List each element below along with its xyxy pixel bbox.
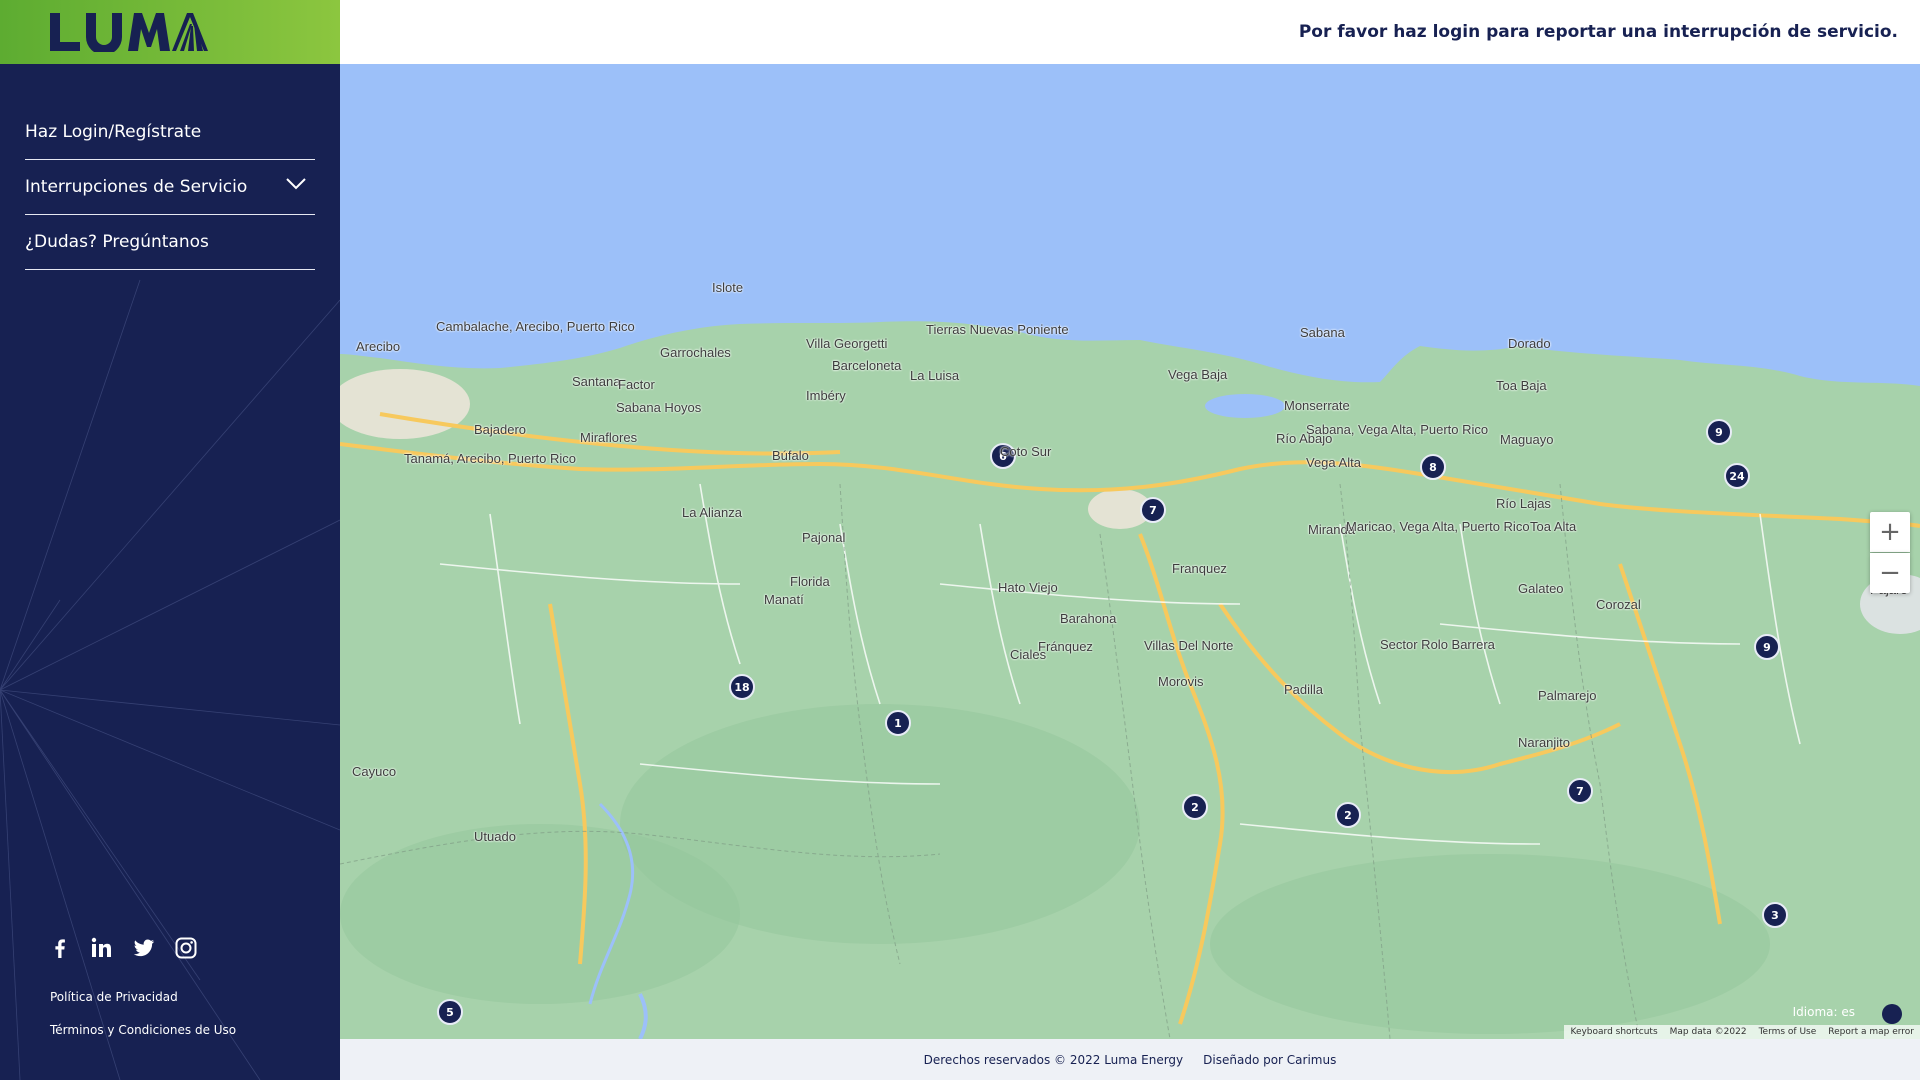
map-place-label: Padilla	[1284, 682, 1324, 697]
map-place-label: Morovis	[1158, 674, 1204, 689]
copyright-text: Derechos reservados © 2022 Luma Energy	[923, 1052, 1184, 1067]
map-place-label: Arecibo	[356, 339, 401, 354]
map-place-label: Vega Alta	[1306, 455, 1361, 470]
outage-cluster-marker[interactable]: 2	[1182, 794, 1208, 820]
map-place-label: Pajonal	[802, 530, 846, 545]
map-place-label: Naranjito	[1518, 735, 1571, 750]
keyboard-shortcuts-link[interactable]: Keyboard shortcuts	[1570, 1027, 1657, 1037]
credit-link[interactable]: Diseñado por Carimus	[1203, 1053, 1336, 1067]
map-place-label: Palmarejo	[1538, 688, 1597, 703]
map-place-label: Bajadero	[474, 422, 527, 437]
facebook-icon[interactable]	[48, 936, 72, 960]
map-place-label: Dorado	[1508, 336, 1551, 351]
map-place-label: Fránquez	[1038, 639, 1093, 654]
map-place-label: Monserrate	[1284, 398, 1350, 413]
outage-cluster-marker[interactable]: 18	[729, 674, 755, 700]
sidebar-item-label: Haz Login/Regístrate	[25, 122, 202, 142]
map-place-label: Maguayo	[1500, 432, 1554, 447]
social-links	[48, 936, 198, 960]
outage-cluster-marker[interactable]: 2	[1335, 802, 1361, 828]
footer: Derechos reservados © 2022 Luma Energy D…	[340, 1039, 1920, 1080]
map-data-credit: Map data ©2022	[1669, 1027, 1747, 1037]
luma-logo[interactable]	[48, 12, 210, 52]
map-place-label: Islote	[712, 280, 744, 295]
outage-cluster-marker[interactable]: 7	[1567, 778, 1593, 804]
map-place-label: Garrochales	[660, 345, 731, 360]
map-place-label: Cayuco	[352, 764, 397, 779]
map-attribution: Keyboard shortcuts Map data ©2022 Terms …	[1564, 1025, 1920, 1039]
map-place-label: Corozal	[1596, 597, 1641, 612]
language-indicator: Idioma: es	[1792, 1005, 1855, 1019]
map-place-label: Imbéry	[806, 388, 846, 403]
map-place-label: Maricao, Vega Alta, Puerto Rico	[1346, 519, 1530, 534]
twitter-icon[interactable]	[132, 936, 156, 960]
map-place-label: La Alianza	[682, 505, 742, 520]
outage-cluster-marker[interactable]: 7	[1140, 497, 1166, 523]
map-place-label: Vega Baja	[1168, 367, 1228, 382]
map-place-label: Hato Viejo	[998, 580, 1058, 595]
map-place-label: Sabana Hoyos	[616, 400, 702, 415]
map-place-label: Barceloneta	[832, 358, 902, 373]
map-place-label: Sabana	[1300, 325, 1345, 340]
chevron-down-icon[interactable]	[285, 177, 307, 191]
terms-of-use-link[interactable]: Terms of Use	[1759, 1027, 1817, 1037]
map-place-label: Cambalache, Arecibo, Puerto Rico	[436, 319, 635, 334]
map-place-label: Florida	[790, 574, 830, 589]
app-root: Haz Login/Regístrate Interrupciones de S…	[0, 0, 1920, 1080]
header: Por favor haz login para reportar una in…	[340, 0, 1920, 64]
map-place-label: Santana	[572, 374, 621, 389]
outage-map[interactable]: 6 7 8 9 24 9 18 1 2 2 7 3 5 Islote Arecib…	[340, 64, 1920, 1039]
map-place-label: Búfalo	[772, 448, 809, 463]
outage-cluster-marker[interactable]: 9	[1706, 419, 1732, 445]
map-place-label: Villas Del Norte	[1144, 638, 1234, 653]
map-place-label: Tierras Nuevas Poniente	[926, 322, 1069, 337]
map-place-label: Utuado	[474, 829, 516, 844]
map-place-label: Tanamá, Arecibo, Puerto Rico	[404, 451, 576, 466]
sidebar-item-label: Interrupciones de Servicio	[25, 177, 248, 197]
instagram-icon[interactable]	[174, 936, 198, 960]
sidebar-item-interrupciones[interactable]: Interrupciones de Servicio	[25, 160, 315, 215]
language-toggle[interactable]	[1882, 1004, 1902, 1024]
map-place-label: Toa Baja	[1496, 378, 1547, 393]
map-place-label: Galateo	[1518, 581, 1564, 596]
privacy-policy-link[interactable]: Política de Privacidad	[50, 990, 178, 1004]
outage-cluster-marker[interactable]: 1	[885, 710, 911, 736]
zoom-in-button[interactable]: +	[1870, 512, 1910, 552]
map-place-label: La Luisa	[910, 368, 960, 383]
outage-cluster-marker[interactable]: 3	[1762, 902, 1788, 928]
linkedin-icon[interactable]	[90, 936, 114, 960]
zoom-out-button[interactable]: −	[1870, 553, 1910, 593]
map-place-label: Factor	[618, 377, 655, 392]
sidebar-item-label: ¿Dudas? Pregúntanos	[25, 232, 209, 252]
map-place-label: Franquez	[1172, 561, 1227, 576]
map-place-label: Río Lajas	[1496, 496, 1551, 511]
outage-cluster-marker[interactable]: 5	[437, 999, 463, 1025]
report-map-error-link[interactable]: Report a map error	[1828, 1027, 1914, 1037]
map-place-label: Sector Rolo Barrera	[1380, 637, 1495, 652]
sidebar-item-dudas[interactable]: ¿Dudas? Pregúntanos	[25, 215, 315, 270]
login-prompt: Por favor haz login para reportar una in…	[1298, 22, 1898, 42]
outage-cluster-marker[interactable]: 9	[1754, 634, 1780, 660]
map-place-label: Sabana, Vega Alta, Puerto Rico	[1306, 422, 1489, 437]
terms-link[interactable]: Términos y Condiciones de Uso	[50, 1023, 236, 1037]
logo-bar	[0, 0, 340, 64]
map-place-label: Barahona	[1060, 611, 1117, 626]
sidebar-item-login[interactable]: Haz Login/Regístrate	[25, 105, 315, 160]
sidebar: Haz Login/Regístrate Interrupciones de S…	[0, 0, 340, 1080]
map-place-label: Manatí	[764, 592, 804, 607]
sidebar-nav: Haz Login/Regístrate Interrupciones de S…	[25, 105, 315, 270]
outage-cluster-marker[interactable]: 8	[1420, 454, 1446, 480]
map-place-label: Miraflores	[580, 430, 638, 445]
map-place-label: Toa Alta	[1530, 519, 1577, 534]
map-place-label: Coto Sur	[1000, 444, 1052, 459]
outage-cluster-marker[interactable]: 24	[1724, 463, 1750, 489]
map-canvas[interactable]	[340, 64, 1920, 1039]
map-place-label: Villa Georgetti	[806, 336, 888, 351]
